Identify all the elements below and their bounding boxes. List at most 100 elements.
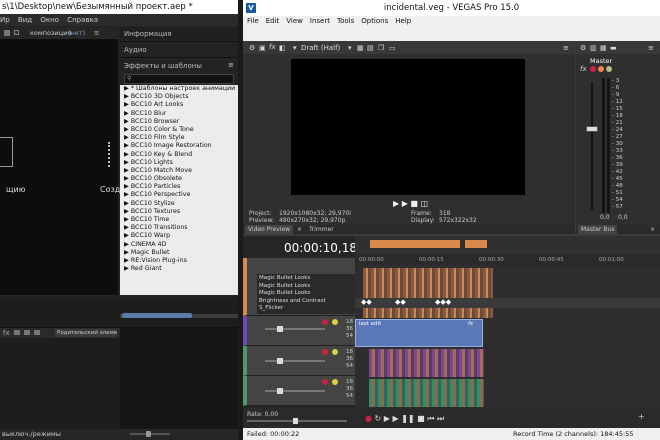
ae-menu-item[interactable]: Вид [18, 16, 32, 24]
audio-event[interactable] [369, 379, 484, 407]
video-event[interactable] [363, 268, 493, 318]
menu-help[interactable]: Help [395, 17, 411, 25]
panel-audio[interactable]: Аудио [124, 46, 147, 54]
go-to-start-icon[interactable]: ⏮ [427, 414, 434, 423]
effects-list-item[interactable]: ▶ BCC10 Lights [120, 159, 238, 167]
parent-column-header[interactable]: Родительский элемент и... [55, 329, 117, 337]
tab-video-preview[interactable]: Video Preview [245, 225, 294, 234]
audio-track-2-header[interactable]: 18 36 54 [243, 376, 355, 406]
stop-icon[interactable]: ■ [417, 414, 425, 423]
preview-quality-select[interactable]: Draft (Half) [301, 44, 340, 52]
fx-chain-item[interactable]: S_Flicker [259, 305, 355, 313]
menu-insert[interactable]: Insert [310, 17, 330, 25]
split-icon[interactable]: ◧ [279, 44, 286, 52]
effects-list-item[interactable]: ▶ BCC10 Perspective [120, 191, 238, 199]
loop-icon[interactable]: ◫ [421, 199, 429, 208]
play-from-start-icon[interactable]: ▶ [384, 414, 390, 423]
mute-icon[interactable] [322, 349, 328, 355]
menu-edit[interactable]: Edit [266, 17, 280, 25]
menu-icon[interactable]: ≡ [648, 44, 654, 52]
effects-list-item[interactable]: ▶ BCC10 Warp [120, 232, 238, 240]
go-to-end-icon[interactable]: ⏭ [437, 414, 444, 423]
menu-file[interactable]: File [247, 17, 259, 25]
ae-menu-item[interactable]: Справка [67, 16, 98, 24]
level-slider[interactable] [265, 390, 325, 392]
audio-track-1-header[interactable]: 18 36 54 [243, 346, 355, 376]
effects-list-item[interactable]: ▶ Red Giant [120, 265, 238, 273]
ae-timeline-area[interactable] [120, 328, 238, 440]
menu-icon[interactable]: ≡ [228, 61, 234, 69]
chevron-down-icon[interactable]: ▾ [293, 44, 297, 52]
menu-icon[interactable]: ≡ [94, 27, 99, 39]
effects-list-item[interactable]: ▶ BCC10 Browser [120, 118, 238, 126]
mute-icon[interactable] [322, 379, 328, 385]
grid-icon[interactable]: ▦ [357, 44, 364, 52]
effects-list-item[interactable]: ▶ BCC10 Stylize [120, 200, 238, 208]
new-comp-card[interactable] [0, 137, 13, 167]
mute-icon[interactable] [598, 66, 604, 72]
loop-region[interactable] [370, 240, 460, 248]
effects-list-item[interactable]: ▶ BCC10 Obsolete [120, 175, 238, 183]
ae-composition-tab[interactable]: композиция (нет) ≡ [0, 27, 118, 39]
fx-switch-icon[interactable]: fx [3, 329, 10, 337]
effects-list-item[interactable]: ▶ BCC10 Time [120, 216, 238, 224]
effects-list-item[interactable]: ▶ BCC10 Match Move [120, 167, 238, 175]
menu-view[interactable]: View [286, 17, 303, 25]
ae-menu-item[interactable]: Окно [40, 16, 59, 24]
audio-track-2-content[interactable] [355, 378, 660, 408]
effects-list-item[interactable]: ▶ BCC10 Blur [120, 110, 238, 118]
record-icon[interactable] [590, 66, 596, 72]
video-track-2-header[interactable]: 18 36 54 [243, 316, 355, 346]
marker-region[interactable] [465, 240, 487, 248]
effects-list-item[interactable]: ▶ BCC10 Art Looks [120, 101, 238, 109]
play-from-start-icon[interactable]: ▶ [402, 199, 408, 208]
rate-slider-handle[interactable] [293, 418, 298, 424]
menu-icon[interactable]: ≡ [563, 44, 569, 52]
effects-list-item[interactable]: ▶ BCC10 Textures [120, 208, 238, 216]
copy-icon[interactable]: ❐ [378, 44, 384, 52]
keyframe-icon[interactable]: ◆◆◆ [435, 298, 451, 306]
keyframe-lane[interactable]: ◆◆ ◆◆ ◆◆◆ [355, 298, 660, 308]
minimize-icon[interactable]: ▬ [610, 44, 617, 52]
play-icon[interactable]: ▶ [392, 414, 398, 423]
tab-trimmer[interactable]: Trimmer [309, 225, 334, 234]
work-area-bar[interactable] [122, 313, 192, 318]
effects-search-input[interactable]: ⚲ [124, 74, 234, 84]
effects-list-item[interactable]: ▶ BCC10 Image Restoration [120, 142, 238, 150]
save-snapshot-icon[interactable]: ▭ [389, 44, 396, 52]
close-icon[interactable]: × [650, 225, 655, 234]
volume-fader-handle[interactable] [586, 126, 598, 132]
keyframe-icon[interactable]: ◆◆ [361, 298, 372, 306]
level-slider-handle[interactable] [277, 326, 283, 332]
solo-icon[interactable] [606, 66, 612, 72]
fx-icon[interactable]: fx [580, 65, 587, 73]
panel-effects[interactable]: Эффекты и шаблоны [124, 62, 202, 70]
effects-list-item[interactable]: ▶ * Шаблоны настроек анимации [120, 85, 238, 93]
record-icon[interactable]: ● [365, 414, 372, 423]
timecode-display[interactable]: 00:00:10,18 [284, 241, 357, 255]
mute-icon[interactable] [322, 319, 328, 325]
settings-icon[interactable]: ⚙ [249, 44, 255, 52]
mixer-icon[interactable]: ▥ [590, 44, 597, 52]
ae-menu-item[interactable]: Ир [0, 16, 10, 24]
tab-master-bus[interactable]: Master Bus [578, 225, 618, 234]
switch-icon[interactable] [24, 330, 30, 335]
ae-status-text[interactable]: выключ./режимы [2, 430, 61, 438]
level-slider[interactable] [265, 360, 325, 362]
level-slider-handle[interactable] [277, 358, 283, 364]
solo-icon[interactable] [332, 319, 338, 325]
video-track-2-content[interactable]: last edit fx [355, 318, 660, 348]
solo-icon[interactable] [332, 349, 338, 355]
panel-info[interactable]: Информация [124, 30, 172, 38]
fx-chain-item[interactable]: Magic Bullet Looks [259, 275, 355, 283]
stop-icon[interactable]: ■ [410, 199, 418, 208]
level-slider-handle[interactable] [277, 388, 283, 394]
audio-track-1-content[interactable] [355, 348, 660, 378]
solo-icon[interactable] [332, 379, 338, 385]
time-ruler[interactable]: 00:00:00 00:00:15 00:00:30 00:00:45 00:01:00 [355, 254, 660, 266]
loop-icon[interactable]: ↻ [375, 414, 382, 423]
preview-screen[interactable] [291, 59, 525, 195]
switch-icon[interactable] [14, 330, 20, 335]
menu-options[interactable]: Options [361, 17, 388, 25]
effects-list-item[interactable]: ▶ BCC10 3D Objects [120, 93, 238, 101]
